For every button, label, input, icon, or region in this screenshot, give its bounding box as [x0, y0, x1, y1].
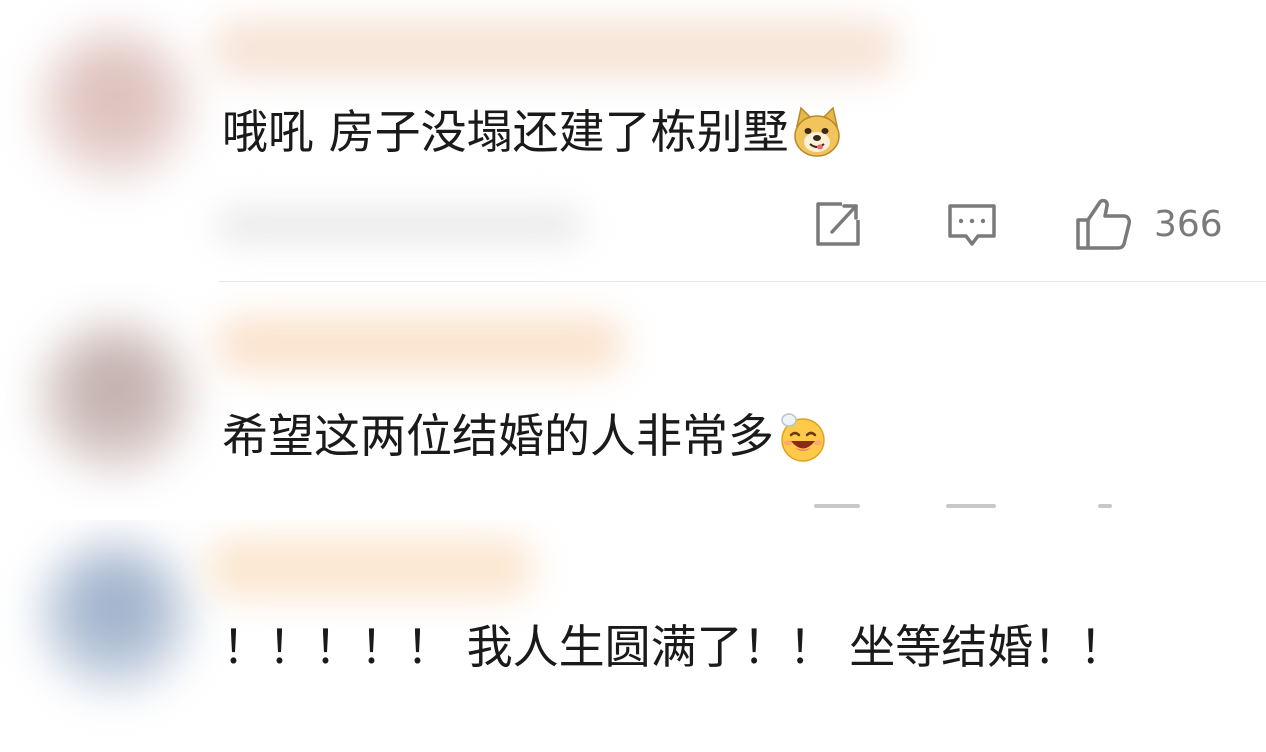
comment-text-content: 希望这两位结婚的人非常多: [222, 409, 774, 463]
reply-button[interactable]: [946, 196, 998, 252]
thumbs-up-icon: [1076, 198, 1131, 250]
grinning-emoji-icon: [781, 412, 825, 462]
share-icon: [816, 202, 860, 246]
share-button[interactable]: [812, 196, 864, 252]
username-blurred[interactable]: [215, 317, 625, 372]
comment-item: 哦吼 房子没塌还建了栋别墅 366: [0, 0, 1266, 282]
comment-text: 哦吼 房子没塌还建了栋别墅: [222, 100, 843, 164]
like-count: 366: [1154, 203, 1223, 245]
comment-actions: 366: [0, 196, 1266, 252]
share-icon[interactable]: [814, 504, 860, 508]
avatar[interactable]: [40, 30, 190, 180]
username-blurred[interactable]: [205, 538, 535, 598]
comment-text: ！！！！！ 我人生圆满了！！ 坐等结婚！！: [222, 620, 1126, 674]
doge-emoji-icon: [793, 106, 840, 157]
comment-text-content: 哦吼 房子没塌还建了栋别墅: [222, 105, 789, 159]
username-blurred[interactable]: [210, 20, 900, 78]
comment-text: 希望这两位结婚的人非常多: [222, 404, 828, 468]
comment-actions-partial: [0, 504, 1266, 510]
comment-icon[interactable]: [946, 504, 996, 508]
like-button[interactable]: 366: [1074, 196, 1223, 252]
comment-icon: [948, 204, 996, 246]
avatar[interactable]: [40, 540, 190, 690]
thumbs-up-icon[interactable]: [1098, 504, 1112, 508]
comment-item: 希望这两位结婚的人非常多: [0, 282, 1266, 510]
comment-item: ！！！！！ 我人生圆满了！！ 坐等结婚！！: [0, 520, 1266, 752]
avatar[interactable]: [40, 322, 190, 472]
